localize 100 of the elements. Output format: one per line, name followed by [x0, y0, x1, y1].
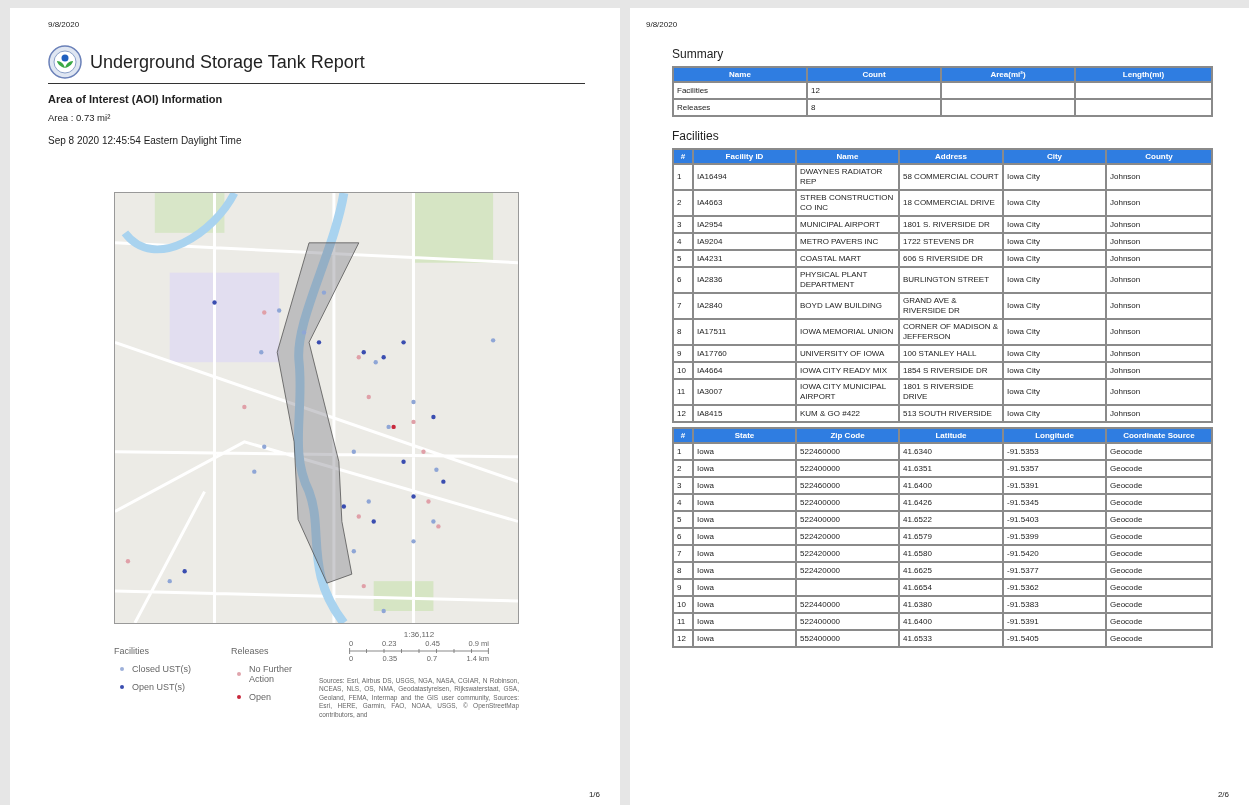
table-cell: 1722 STEVENS DR [899, 233, 1003, 250]
table-cell: IOWA CITY MUNICIPAL AIRPORT [796, 379, 899, 405]
table-cell: 522420000 [796, 562, 899, 579]
table-cell: PHYSICAL PLANT DEPARTMENT [796, 267, 899, 293]
table-cell: 1 [673, 443, 693, 460]
table-cell: Geocode [1106, 511, 1212, 528]
table-cell: IA2840 [693, 293, 796, 319]
legend-label: Open UST(s) [132, 682, 185, 692]
table-cell: Johnson [1106, 216, 1212, 233]
agency-seal-logo [48, 45, 82, 79]
column-header: # [673, 149, 693, 164]
table-cell: 9 [673, 579, 693, 596]
report-title: Underground Storage Tank Report [90, 51, 365, 73]
table-cell: 4 [673, 233, 693, 250]
table-cell: Iowa [693, 562, 796, 579]
table-cell: Geocode [1106, 596, 1212, 613]
table-cell: 41.6533 [899, 630, 1003, 647]
table-cell: Iowa City [1003, 250, 1106, 267]
table-cell: 3 [673, 216, 693, 233]
table-cell: Facilities [673, 82, 807, 99]
section-heading: Summary [672, 47, 725, 61]
table-cell: 522420000 [796, 528, 899, 545]
table-cell: 5 [673, 250, 693, 267]
table-cell: 41.6340 [899, 443, 1003, 460]
table-cell: GRAND AVE & RIVERSIDE DR [899, 293, 1003, 319]
table-cell: 41.6400 [899, 477, 1003, 494]
column-header: Length(mi) [1075, 67, 1212, 82]
table-cell: 10 [673, 596, 693, 613]
scale-bar-icon [349, 648, 489, 654]
area-text: Area : 0.73 mi² [48, 112, 112, 123]
table-cell: Iowa [693, 494, 796, 511]
table-cell: 100 STANLEY HALL [899, 345, 1003, 362]
table-cell: 41.6426 [899, 494, 1003, 511]
table-cell: 1 [673, 164, 693, 190]
table-cell: Iowa City [1003, 345, 1106, 362]
table-cell: Iowa City [1003, 405, 1106, 422]
table-cell: BOYD LAW BUILDING [796, 293, 899, 319]
legend-label: Closed UST(s) [132, 664, 191, 674]
table-cell: 11 [673, 379, 693, 405]
table-cell: 2 [673, 190, 693, 216]
table-cell: 41.6579 [899, 528, 1003, 545]
table-cell: 7 [673, 293, 693, 319]
table-cell: 513 SOUTH RIVERSIDE [899, 405, 1003, 422]
column-header: Name [796, 149, 899, 164]
table-cell: 41.6522 [899, 511, 1003, 528]
table-cell: 3 [673, 477, 693, 494]
table-cell: Iowa [693, 630, 796, 647]
table-cell: Johnson [1106, 345, 1212, 362]
table-cell: METRO PAVERS INC [796, 233, 899, 250]
table-cell: 6 [673, 267, 693, 293]
table-cell: Iowa [693, 528, 796, 545]
table-cell: Iowa [693, 613, 796, 630]
scale-ratio: 1:36,112 [403, 630, 435, 639]
table-cell: Geocode [1106, 460, 1212, 477]
table-cell: 12 [673, 405, 693, 422]
column-header: Name [673, 67, 807, 82]
table-cell: -91.5377 [1003, 562, 1106, 579]
table-cell: -91.5405 [1003, 630, 1106, 647]
table-cell: 18 COMMERCIAL DRIVE [899, 190, 1003, 216]
table-cell: Iowa City [1003, 379, 1106, 405]
table-cell: IA4663 [693, 190, 796, 216]
table-cell: Geocode [1106, 613, 1212, 630]
table-cell: Iowa City [1003, 216, 1106, 233]
table-cell: Iowa [693, 579, 796, 596]
table-cell: Geocode [1106, 579, 1212, 596]
table-cell: Geocode [1106, 443, 1212, 460]
table-cell: Iowa City [1003, 190, 1106, 216]
table-cell: IA9204 [693, 233, 796, 250]
table-cell: 41.6580 [899, 545, 1003, 562]
column-header: # [673, 428, 693, 443]
table-cell: Johnson [1106, 190, 1212, 216]
table-cell: -91.5391 [1003, 613, 1106, 630]
table-cell: IA2954 [693, 216, 796, 233]
table-cell: CORNER OF MADISON & JEFFERSON [899, 319, 1003, 345]
table-cell: -91.5353 [1003, 443, 1106, 460]
table-cell: Iowa [693, 596, 796, 613]
table-cell: Iowa [693, 460, 796, 477]
table-cell: 522420000 [796, 545, 899, 562]
table-cell: 522460000 [796, 477, 899, 494]
table-cell: Iowa City [1003, 267, 1106, 293]
section-heading: Area of Interest (AOI) Information [48, 93, 224, 105]
column-header: Count [807, 67, 941, 82]
table-cell: IA3007 [693, 379, 796, 405]
table-cell: -91.5383 [1003, 596, 1106, 613]
table-cell: IOWA CITY READY MIX [796, 362, 899, 379]
table-cell: -91.5362 [1003, 579, 1106, 596]
table-cell: -91.5345 [1003, 494, 1106, 511]
legend-heading: Facilities [114, 646, 150, 656]
table-cell: IA4231 [693, 250, 796, 267]
table-cell: -91.5420 [1003, 545, 1106, 562]
table-cell: IA17511 [693, 319, 796, 345]
table-cell: KUM & GO #422 [796, 405, 899, 422]
table-cell: 522400000 [796, 460, 899, 477]
table-cell: Johnson [1106, 250, 1212, 267]
table-cell: IA16494 [693, 164, 796, 190]
table-cell: IA2836 [693, 267, 796, 293]
legend-label: No Further Action [249, 664, 293, 684]
table-cell: -91.5399 [1003, 528, 1106, 545]
page-date: 9/8/2020 [646, 20, 679, 29]
table-cell: 1801 S RIVERSIDE DRIVE [899, 379, 1003, 405]
